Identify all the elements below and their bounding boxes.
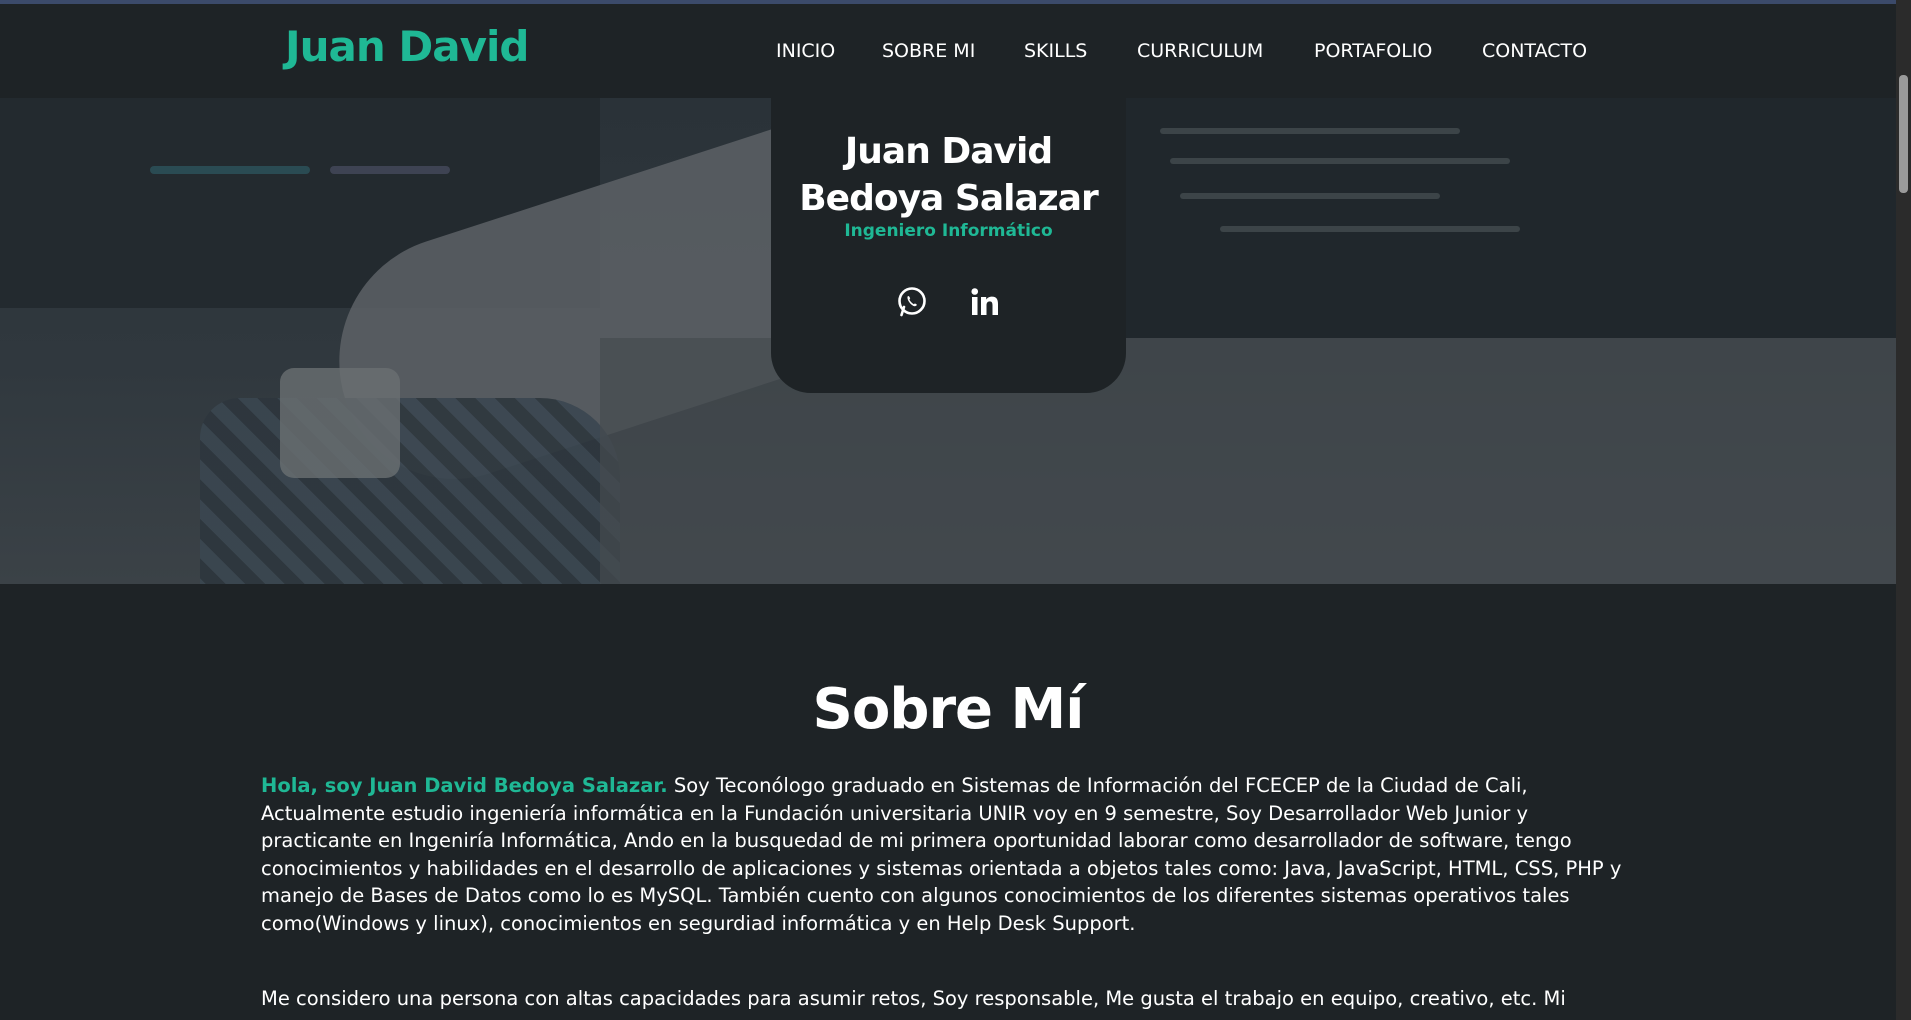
whatsapp-icon[interactable] [894,284,930,320]
about-title: Sobre Mí [812,677,1085,742]
profile-role: Ingeniero Informático [844,221,1053,241]
site-header: Juan David INICIO SOBRE MI SKILLS CURRIC… [0,0,1896,98]
hero-background-code-line [1180,193,1440,199]
hero-background-code-line [1160,128,1460,134]
about-paragraph-1: Hola, soy Juan David Bedoya Salazar. Soy… [261,772,1641,937]
page-scrollbar[interactable] [1896,0,1911,1020]
hero-background-cup [280,368,400,478]
hero-background-shirt [200,398,620,584]
linkedin-icon[interactable] [967,284,1003,320]
hero-background-code-line [1170,158,1510,164]
about-paragraph-1-body: Soy Teconólogo graduado en Sistemas de I… [261,774,1622,935]
nav-link-contacto[interactable]: CONTACTO [1482,40,1587,62]
nav-link-skills[interactable]: SKILLS [1024,40,1087,62]
main-nav: INICIO SOBRE MI SKILLS CURRICULUM PORTAF… [0,40,1896,64]
hero-background-code-line [1220,226,1520,232]
nav-link-curriculum[interactable]: CURRICULUM [1137,40,1263,62]
nav-link-inicio[interactable]: INICIO [776,40,835,62]
nav-link-sobre-mi[interactable]: SOBRE MI [882,40,975,62]
nav-link-portafolio[interactable]: PORTAFOLIO [1314,40,1432,62]
about-paragraph-2: Me considero una persona con altas capac… [261,987,1566,1010]
window-top-line [0,0,1911,4]
profile-name-line1: Juan David [844,131,1053,172]
profile-name-line2: Bedoya Salazar [799,178,1099,219]
social-links [771,284,1126,324]
profile-name: Juan David Bedoya Salazar [771,128,1126,222]
profile-card: Juan David Bedoya Salazar Ingeniero Info… [771,98,1126,393]
hero-background-code-line [150,166,310,174]
scrollbar-thumb[interactable] [1899,75,1908,193]
about-greeting: Hola, soy Juan David Bedoya Salazar. [261,774,668,797]
hero-background-monitor-right [1110,98,1896,338]
hero-background-code-line [330,166,450,174]
